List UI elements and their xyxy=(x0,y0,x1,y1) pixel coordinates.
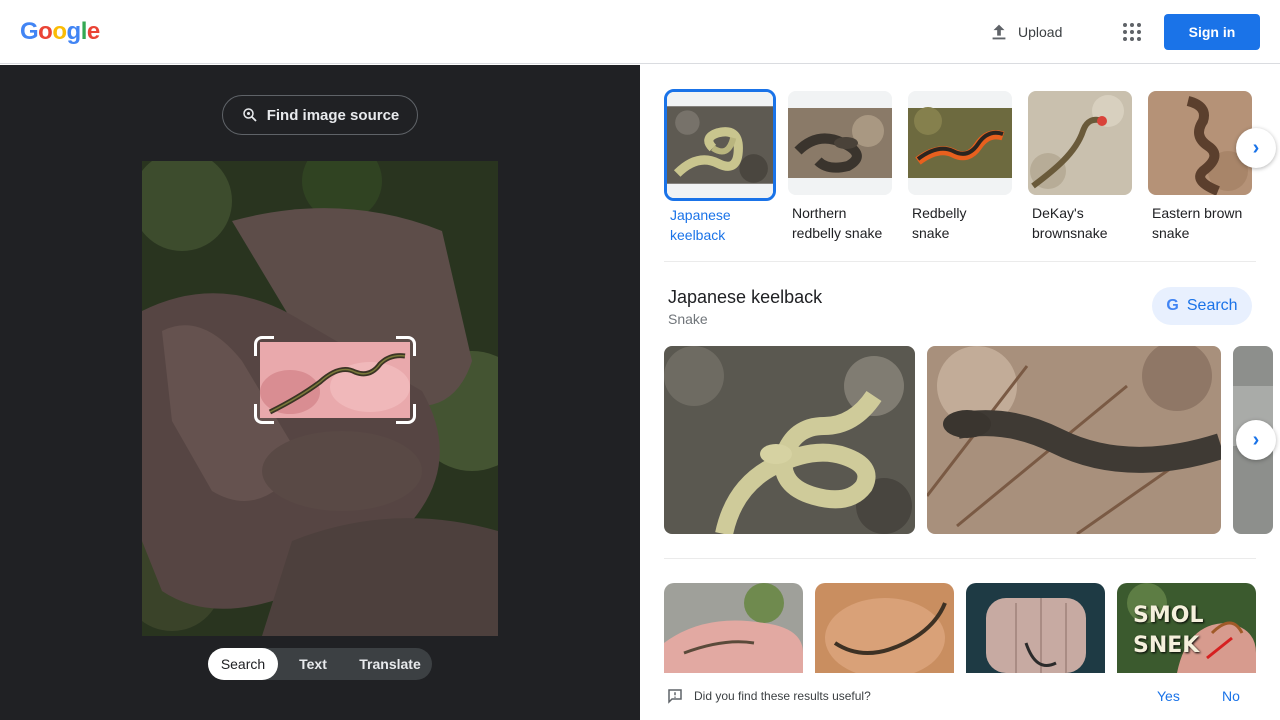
feedback-icon xyxy=(668,689,682,704)
top-bar: Google Upload Sign in xyxy=(0,0,1280,64)
entity-label: Japanese keelback xyxy=(670,207,731,243)
feedback-yes-button[interactable]: Yes xyxy=(1157,688,1180,704)
feedback-question: Did you find these results useful? xyxy=(694,689,871,703)
entity-thumbnail xyxy=(788,91,892,195)
entity-chip[interactable]: Redbelly snake xyxy=(908,91,1016,243)
entity-label: Eastern brown snake xyxy=(1152,205,1243,241)
divider xyxy=(664,261,1256,262)
apps-grid-icon[interactable] xyxy=(1118,18,1146,46)
logo-letter-o2: o xyxy=(52,18,67,45)
knowledge-panel-image[interactable] xyxy=(664,346,915,534)
google-g-icon: G xyxy=(1166,297,1179,314)
knowledge-panel-title: Japanese keelback xyxy=(668,287,823,307)
entity-carousel: Japanese keelback Northern redbelly snake xyxy=(664,89,1264,251)
knowledge-panel-search-button[interactable]: G Search xyxy=(1152,287,1252,325)
search-button-label: Search xyxy=(1186,297,1238,314)
knowledge-panel-subtitle: Snake xyxy=(668,311,708,327)
entity-thumbnail xyxy=(1028,91,1132,195)
entity-thumbnail xyxy=(908,91,1012,195)
crop-handle-bottom-left[interactable] xyxy=(254,404,274,424)
entity-thumbnail xyxy=(664,89,776,201)
image-search-icon xyxy=(242,108,257,122)
feedback-bar: Did you find these results useful? Yes N… xyxy=(640,675,1280,720)
chevron-right-icon: › xyxy=(1252,136,1260,159)
entity-chip[interactable]: Japanese keelback xyxy=(664,89,776,245)
logo-letter-e: e xyxy=(86,18,100,45)
sign-in-button[interactable]: Sign in xyxy=(1164,14,1260,50)
crop-handle-bottom-right[interactable] xyxy=(396,404,416,424)
chevron-right-icon: › xyxy=(1252,428,1260,451)
lens-mode-tabs: Search Text Translate xyxy=(208,648,432,680)
query-image-pane: Find image source Search Text Translate xyxy=(0,65,640,720)
entity-label: DeKay's brownsnake xyxy=(1032,205,1108,241)
entity-carousel-next-button[interactable]: › xyxy=(1236,128,1276,168)
crop-handle-top-right[interactable] xyxy=(396,336,416,356)
result-overlay-text: SMOL SNEK xyxy=(1133,603,1204,658)
crop-handle-top-left[interactable] xyxy=(254,336,274,356)
visual-match-result[interactable] xyxy=(966,583,1105,673)
find-image-source-button[interactable]: Find image source xyxy=(222,95,418,135)
image-carousel-next-button[interactable]: › xyxy=(1236,420,1276,460)
crop-selection-box[interactable] xyxy=(254,336,416,424)
entity-label: Redbelly snake xyxy=(912,205,967,241)
visual-match-result[interactable] xyxy=(815,583,954,673)
feedback-no-button[interactable]: No xyxy=(1222,688,1240,704)
find-image-source-label: Find image source xyxy=(266,106,400,124)
entity-chip[interactable]: Eastern brown snake xyxy=(1148,91,1256,243)
knowledge-panel-image[interactable] xyxy=(927,346,1221,534)
logo-letter-g2: g xyxy=(66,18,82,45)
google-logo[interactable]: Google xyxy=(20,18,100,46)
tab-search[interactable]: Search xyxy=(208,648,278,680)
tab-text[interactable]: Text xyxy=(278,648,348,680)
upload-icon xyxy=(992,24,1006,40)
results-pane: Japanese keelback Northern redbelly snake xyxy=(640,65,1280,720)
divider xyxy=(664,558,1256,559)
logo-letter-o1: o xyxy=(38,18,53,45)
visual-match-result[interactable] xyxy=(664,583,803,673)
upload-label: Upload xyxy=(1018,24,1063,40)
visual-match-result[interactable]: SMOL SNEK xyxy=(1117,583,1256,673)
logo-letter-g1: G xyxy=(20,18,39,45)
upload-button[interactable]: Upload xyxy=(988,18,1062,46)
entity-chip[interactable]: Northern redbelly snake xyxy=(788,91,896,243)
tab-translate[interactable]: Translate xyxy=(348,648,432,680)
entity-label: Northern redbelly snake xyxy=(792,205,883,241)
entity-chip[interactable]: DeKay's brownsnake xyxy=(1028,91,1136,243)
